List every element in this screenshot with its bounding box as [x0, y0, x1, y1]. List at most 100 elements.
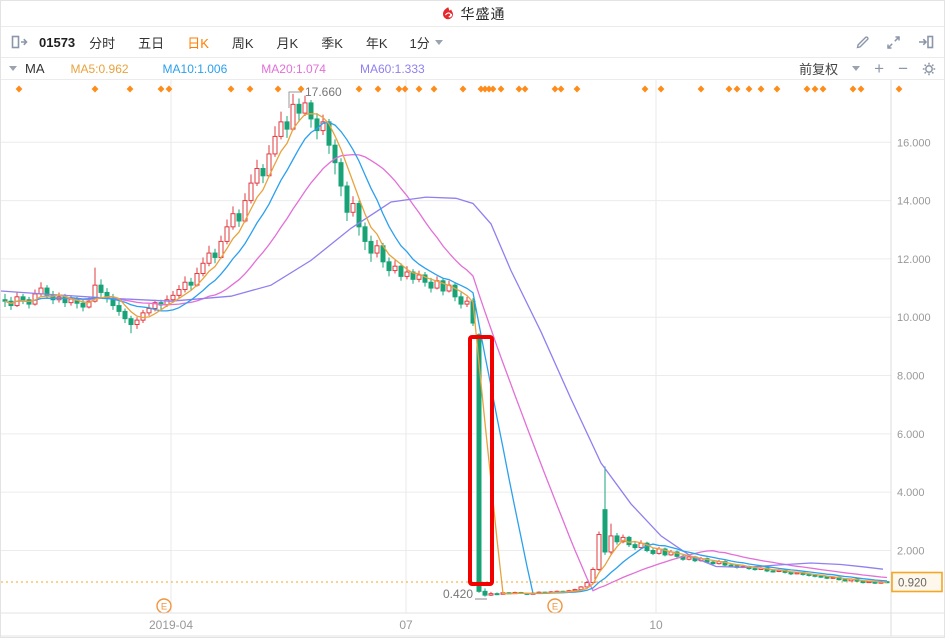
kline-chart-canvas[interactable]: 16.000 14.000 12.000 10.000 8.000 6.000 4.000 2…	[1, 80, 945, 638]
candle-body	[614, 535, 620, 543]
candle-body	[200, 262, 206, 274]
huasheng-logo-icon	[440, 6, 456, 22]
candle-body	[392, 265, 398, 272]
event-diamond-icon	[857, 85, 865, 93]
candle-body	[260, 168, 266, 177]
event-diamond-icon	[551, 85, 559, 93]
event-diamond-icon	[297, 85, 305, 93]
candle-body	[128, 318, 134, 326]
ma5-value: MA5:0.962	[70, 61, 129, 76]
candle-body	[710, 561, 716, 565]
candle-body	[140, 312, 146, 321]
candle-body	[146, 307, 152, 314]
event-diamond-icon	[641, 85, 649, 93]
event-diamond-icon	[415, 85, 423, 93]
zoom-in-button[interactable]: +	[874, 60, 884, 77]
candle-body	[182, 281, 188, 291]
candle-body	[428, 281, 434, 289]
indicator-bar-right: 前复权 + −	[799, 59, 936, 78]
candle-body	[608, 535, 614, 553]
tab-monthly-k[interactable]: 月K	[277, 33, 299, 52]
draw-pencil-icon[interactable]	[855, 35, 870, 50]
candle-body	[98, 284, 104, 293]
peak-annotation-label: 17.660	[305, 85, 342, 99]
candle-body	[290, 103, 296, 130]
candle-body	[458, 296, 464, 305]
zoom-out-button[interactable]: −	[898, 60, 908, 77]
event-diamond-icon	[395, 85, 403, 93]
y-axis-label: 4.000	[897, 487, 925, 499]
open-panel-icon[interactable]	[11, 35, 29, 49]
candle-body	[464, 300, 470, 305]
indicator-group-label[interactable]: MA	[25, 61, 45, 76]
stock-code: 01573	[39, 34, 76, 50]
event-diamond-icon	[697, 85, 705, 93]
minute-period-dropdown[interactable]: 1分	[410, 33, 443, 52]
event-diamonds	[15, 85, 903, 93]
candle-body	[626, 536, 632, 546]
tab-weekly-k[interactable]: 周K	[232, 33, 254, 52]
candle-body	[224, 226, 230, 242]
event-diamond-icon	[819, 85, 827, 93]
tab-yearly-k[interactable]: 年K	[366, 33, 388, 52]
ma10-line	[4, 121, 888, 595]
ma10-value: MA10:1.006	[162, 61, 228, 76]
event-diamond-icon	[515, 85, 523, 93]
event-diamond-icon	[459, 85, 467, 93]
candle-body	[188, 281, 194, 286]
indicator-collapse-icon[interactable]	[9, 66, 17, 71]
fullscreen-icon[interactable]	[886, 35, 901, 50]
collapse-right-icon[interactable]	[917, 35, 934, 49]
candle-body	[806, 573, 812, 576]
candle-body	[728, 564, 734, 567]
x-axis-label: 10	[649, 618, 663, 632]
candle-body	[488, 593, 494, 596]
candle-body	[38, 287, 44, 295]
candle-body	[272, 135, 278, 155]
chevron-down-icon[interactable]	[852, 66, 861, 71]
event-diamond-icon	[803, 85, 811, 93]
adjust-mode-dropdown[interactable]: 前复权	[799, 59, 838, 78]
current-price-tag: 0.920	[891, 571, 943, 593]
candle-body	[404, 271, 410, 277]
event-diamond-icon	[430, 85, 438, 93]
event-diamond-icon	[126, 85, 134, 93]
event-diamond-icon	[557, 85, 565, 93]
candle-body	[308, 102, 314, 120]
earnings-marker: E	[547, 598, 563, 614]
gear-icon[interactable]	[922, 62, 936, 76]
y-axis-label: 16.000	[897, 137, 931, 149]
candle-body	[584, 582, 590, 588]
tab-timeshare[interactable]: 分时	[89, 33, 115, 52]
brand: 华盛通	[440, 4, 506, 24]
candle-body	[602, 509, 608, 553]
tab-five-day[interactable]: 五日	[138, 33, 164, 52]
candle-body	[230, 213, 236, 228]
candle-body	[812, 574, 818, 577]
tab-daily-k[interactable]: 日K	[187, 33, 209, 52]
event-diamond-icon	[733, 85, 741, 93]
y-axis-label: 8.000	[897, 371, 925, 383]
event-diamond-icon	[274, 85, 282, 93]
candle-body	[254, 168, 260, 184]
x-axis-label: 07	[399, 618, 413, 632]
y-axis-label: 14.000	[897, 196, 931, 208]
candle-body	[686, 556, 692, 560]
kline-chart-area[interactable]: 16.000 14.000 12.000 10.000 8.000 6.000 4.000 2…	[1, 80, 945, 638]
candle-body	[278, 121, 284, 137]
candle-body	[236, 213, 242, 222]
event-diamond-icon	[573, 85, 581, 93]
event-diamond-icon	[773, 85, 781, 93]
candle-body	[338, 162, 344, 187]
candle-body	[284, 121, 290, 130]
tab-quarterly-k[interactable]: 季K	[321, 33, 343, 52]
candle-body	[596, 533, 602, 570]
candle-body	[416, 274, 422, 280]
candle-body	[176, 289, 182, 296]
candle-body	[770, 570, 776, 573]
toolbar-right-icons	[855, 35, 934, 50]
earnings-marker-letter: E	[552, 602, 558, 613]
event-diamond-icon	[489, 85, 497, 93]
chart-toolbar: 01573 分时 五日 日K 周K 月K 季K 年K 1分	[1, 27, 944, 58]
candle-body	[2, 299, 8, 302]
